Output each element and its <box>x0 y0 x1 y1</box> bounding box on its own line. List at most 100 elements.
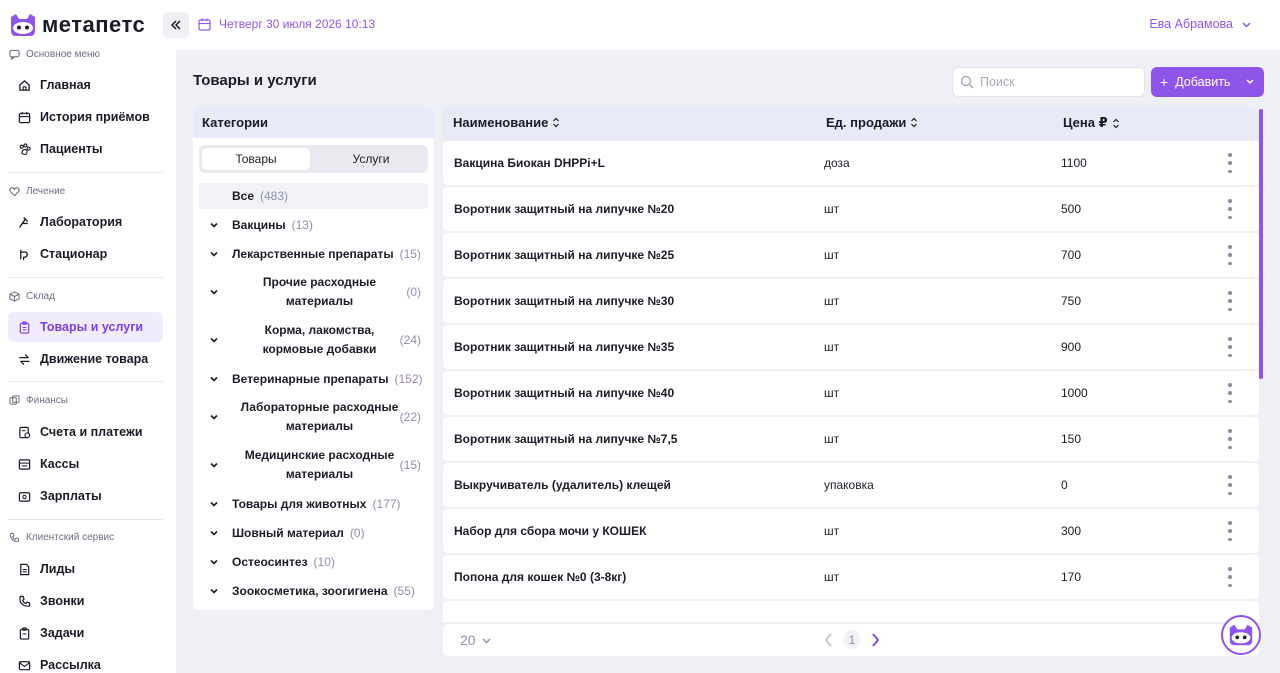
category-item[interactable]: Зоокосметика, зоогигиена (55) <box>199 583 428 599</box>
sidebar-item-mailing[interactable]: Рассылка <box>8 650 163 673</box>
category-item[interactable]: Лекарственные препараты (15) <box>199 246 428 262</box>
chevron-down-icon[interactable] <box>209 586 219 596</box>
chevron-down-icon[interactable] <box>209 374 219 384</box>
cell-price: 1000 <box>1061 386 1088 400</box>
sidebar-item-leads[interactable]: Лиды <box>8 554 163 584</box>
category-count: (55) <box>393 584 415 598</box>
cell-unit: шт <box>824 524 840 538</box>
sidebar-item-lab[interactable]: Лаборатория <box>8 207 163 237</box>
row-menu-icon[interactable] <box>1226 245 1234 265</box>
category-label-line: материалы <box>285 419 354 433</box>
column-header-unit[interactable]: Ед. продажи <box>826 115 918 130</box>
search-box[interactable] <box>952 67 1145 97</box>
column-header-price[interactable]: Цена ₽ <box>1063 115 1120 131</box>
chevron-right-icon[interactable] <box>870 632 880 648</box>
category-item[interactable]: Ветеринарные препараты (152) <box>199 371 428 387</box>
tab-goods[interactable]: Товары <box>202 148 310 170</box>
column-label: Наименование <box>453 115 549 130</box>
category-item[interactable]: Корма, лакомства, кормовые добавки (24) <box>199 321 428 359</box>
sidebar-item-calls[interactable]: Звонки <box>8 586 163 616</box>
sidebar: метапетс Основное меню Главная История п… <box>0 0 176 673</box>
table-row[interactable]: Вакцина Биокан DHPPi+L доза 1100 <box>443 141 1259 185</box>
table-row[interactable]: Воротник защитный на липучке №35 шт 900 <box>443 325 1259 369</box>
table-row[interactable]: Набор для сбора мочи у КОШЕК шт 300 <box>443 509 1259 553</box>
category-label-line: Лабораторные расходные <box>240 400 399 414</box>
category-item[interactable]: Шовный материал (0) <box>199 525 428 541</box>
row-menu-icon[interactable] <box>1226 429 1234 449</box>
row-menu-icon[interactable] <box>1226 291 1234 311</box>
row-menu-icon[interactable] <box>1226 383 1234 403</box>
cell-unit: доза <box>824 156 850 170</box>
column-header-name[interactable]: Наименование <box>453 115 560 130</box>
category-item[interactable]: Остеосинтез (10) <box>199 554 428 570</box>
sidebar-item-tasks[interactable]: Задачи <box>8 618 163 648</box>
category-item[interactable]: Лабораторные расходные материалы (22) <box>199 398 428 436</box>
row-menu-icon[interactable] <box>1226 521 1234 541</box>
chevron-down-icon[interactable] <box>209 287 219 297</box>
cat-bot-icon <box>1229 624 1253 646</box>
table-row[interactable]: Воротник защитный на липучке №40 шт 1000 <box>443 371 1259 415</box>
chat-icon <box>9 49 20 60</box>
cell-price: 750 <box>1061 294 1082 308</box>
tab-services[interactable]: Услуги <box>317 148 425 170</box>
row-menu-icon[interactable] <box>1226 199 1234 219</box>
page-number[interactable]: 1 <box>843 630 861 649</box>
category-all[interactable]: Все (483) <box>199 183 428 209</box>
sidebar-item-label: Движение товара <box>40 352 149 366</box>
sidebar-item-cash-registers[interactable]: Кассы <box>8 449 163 479</box>
sidebar-item-history[interactable]: История приёмов <box>8 102 163 132</box>
sidebar-item-salaries[interactable]: Зарплаты <box>8 481 163 511</box>
row-menu-icon[interactable] <box>1226 567 1234 587</box>
chevron-left-icon[interactable] <box>824 632 834 648</box>
category-item[interactable]: Товары для животных (177) <box>199 496 428 512</box>
table-row[interactable]: Воротник защитный на липучке №25 шт 700 <box>443 233 1259 277</box>
cell-name: Выкручиватель (удалитель) клещей <box>454 478 671 492</box>
category-label: Лекарственные препараты <box>232 247 394 261</box>
sort-icon <box>553 117 560 128</box>
category-count: (15) <box>399 458 421 472</box>
sidebar-item-goods-services[interactable]: Товары и услуги <box>8 312 163 342</box>
category-item[interactable]: Вакцины (13) <box>199 217 428 233</box>
chevron-down-icon[interactable] <box>209 557 219 567</box>
category-label-line: материалы <box>285 467 354 481</box>
chevron-down-icon[interactable] <box>209 335 219 345</box>
chevron-down-icon[interactable] <box>209 528 219 538</box>
cash-register-icon <box>18 458 31 470</box>
logo[interactable]: метапетс <box>8 12 145 38</box>
category-item[interactable]: Прочие расходные материалы (0) <box>199 273 428 311</box>
cell-name: Воротник защитный на липучке №7,5 <box>454 432 678 446</box>
divider <box>8 519 163 520</box>
category-count: (483) <box>260 189 289 203</box>
sidebar-item-hospital[interactable]: Стационар <box>8 239 163 269</box>
table-row[interactable]: Попона для кошек №0 (3-8кг) шт 170 <box>443 555 1259 599</box>
wallet-icon <box>18 491 31 502</box>
row-menu-icon[interactable] <box>1226 153 1234 173</box>
sidebar-item-invoices[interactable]: Счета и платежи <box>8 417 163 447</box>
chevron-down-icon[interactable] <box>209 249 219 259</box>
table-row[interactable]: Выкручиватель (удалитель) клещей упаковк… <box>443 463 1259 507</box>
page-size-select[interactable]: 20 <box>460 632 492 648</box>
add-button[interactable]: + Добавить <box>1151 67 1264 97</box>
chevron-down-icon[interactable] <box>209 499 219 509</box>
chevron-down-icon[interactable] <box>1244 75 1256 87</box>
category-item[interactable]: Медицинские расходные материалы (15) <box>199 446 428 484</box>
column-label: Цена ₽ <box>1063 115 1108 130</box>
table-row[interactable]: Воротник защитный на липучке №7,5 шт 150 <box>443 417 1259 461</box>
sidebar-item-patients[interactable]: Пациенты <box>8 134 163 164</box>
assistant-cat-button[interactable] <box>1221 615 1261 655</box>
table-row[interactable]: Воротник защитный на липучке №30 шт 750 <box>443 279 1259 323</box>
sidebar-item-home[interactable]: Главная <box>8 70 163 100</box>
table-row[interactable]: Воротник защитный на липучке №20 шт 500 <box>443 187 1259 231</box>
table-scrollbar[interactable] <box>1259 109 1263 379</box>
table-row-partial[interactable] <box>443 601 1259 622</box>
collapse-sidebar-button[interactable] <box>163 12 189 38</box>
chevron-down-icon[interactable] <box>209 220 219 230</box>
chevron-down-icon[interactable] <box>209 460 219 470</box>
chevron-down-icon[interactable] <box>209 412 219 422</box>
user-menu[interactable]: Ева Абрамова <box>1149 17 1252 31</box>
row-menu-icon[interactable] <box>1226 337 1234 357</box>
sidebar-item-stock-movement[interactable]: Движение товара <box>8 344 163 374</box>
search-input[interactable] <box>980 75 1140 89</box>
row-menu-icon[interactable] <box>1226 475 1234 495</box>
section-title-treatment: Лечение <box>9 186 65 197</box>
